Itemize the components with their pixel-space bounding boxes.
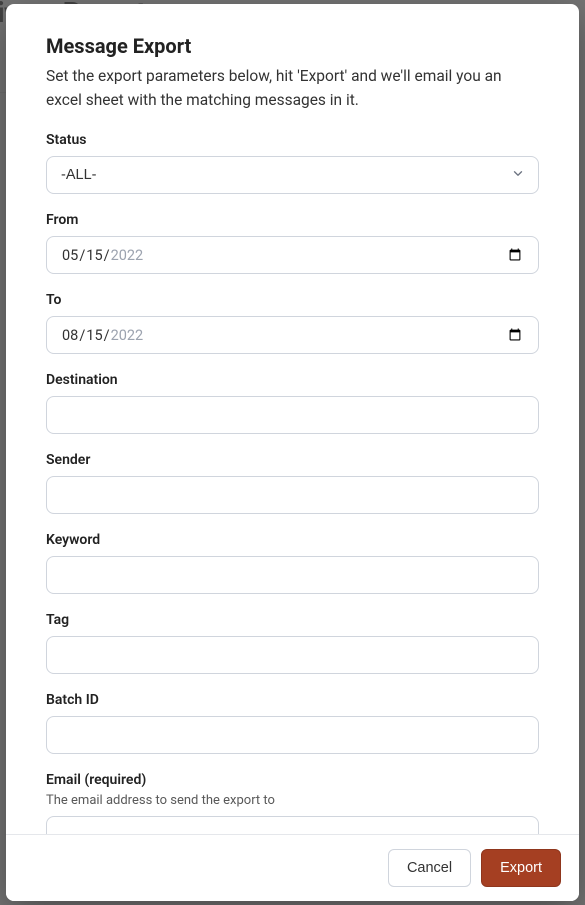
status-select[interactable]: -ALL-	[46, 156, 539, 194]
modal-title: Message Export	[46, 34, 539, 58]
tag-label: Tag	[46, 612, 539, 628]
destination-label: Destination	[46, 372, 539, 388]
tag-field: Tag	[46, 612, 539, 674]
batch-id-field: Batch ID	[46, 692, 539, 754]
from-label: From	[46, 212, 539, 228]
batch-id-label: Batch ID	[46, 692, 539, 708]
email-field: Email (required) The email address to se…	[46, 772, 539, 834]
from-date-input[interactable]	[46, 236, 539, 274]
sender-input[interactable]	[46, 476, 539, 514]
cancel-button[interactable]: Cancel	[388, 849, 471, 887]
email-help: The email address to send the export to	[46, 793, 539, 808]
destination-field: Destination	[46, 372, 539, 434]
keyword-label: Keyword	[46, 532, 539, 548]
keyword-field: Keyword	[46, 532, 539, 594]
modal-description: Set the export parameters below, hit 'Ex…	[46, 64, 539, 112]
keyword-input[interactable]	[46, 556, 539, 594]
status-select-wrap: -ALL-	[46, 156, 539, 194]
to-field: To	[46, 292, 539, 354]
sender-label: Sender	[46, 452, 539, 468]
email-input[interactable]	[46, 816, 539, 834]
batch-id-input[interactable]	[46, 716, 539, 754]
email-label: Email (required)	[46, 772, 539, 788]
modal-footer: Cancel Export	[6, 834, 579, 901]
tag-input[interactable]	[46, 636, 539, 674]
status-label: Status	[46, 132, 539, 148]
to-date-input[interactable]	[46, 316, 539, 354]
export-button[interactable]: Export	[481, 849, 561, 887]
modal-body: Message Export Set the export parameters…	[6, 4, 579, 834]
to-label: To	[46, 292, 539, 308]
sender-field: Sender	[46, 452, 539, 514]
destination-input[interactable]	[46, 396, 539, 434]
status-field: Status -ALL-	[46, 132, 539, 194]
message-export-modal: Message Export Set the export parameters…	[6, 4, 579, 901]
from-field: From	[46, 212, 539, 274]
